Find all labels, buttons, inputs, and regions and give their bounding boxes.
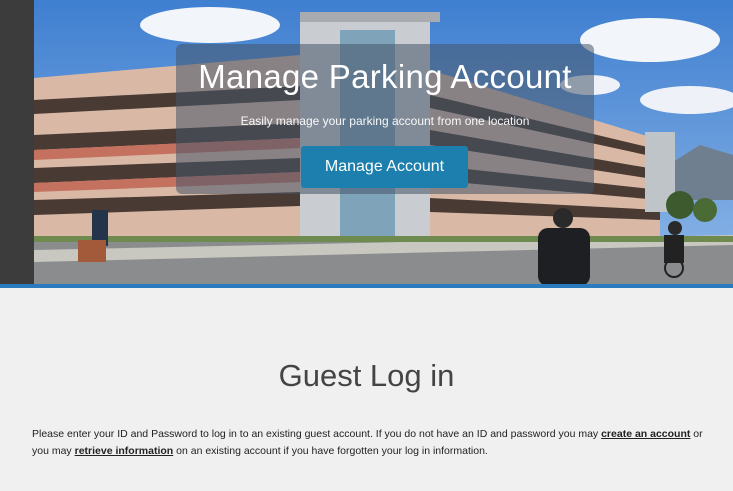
guest-login-section: Guest Log in Please enter your ID and Pa… <box>0 288 733 491</box>
retrieve-information-link[interactable]: retrieve information <box>75 445 174 457</box>
intro-text-3: on an existing account if you have forgo… <box>173 445 488 457</box>
hero-subtitle: Easily manage your parking account from … <box>240 114 530 128</box>
guest-login-intro: Please enter your ID and Password to log… <box>32 426 722 460</box>
intro-text-1: Please enter your ID and Password to log… <box>32 428 602 440</box>
manage-account-button[interactable]: Manage Account <box>301 146 468 188</box>
create-account-link[interactable]: create an account <box>601 428 690 440</box>
hero-title: Manage Parking Account <box>198 58 572 95</box>
hero-banner: Manage Parking Account Easily manage you… <box>0 0 733 286</box>
guest-login-title: Guest Log in <box>278 358 455 393</box>
